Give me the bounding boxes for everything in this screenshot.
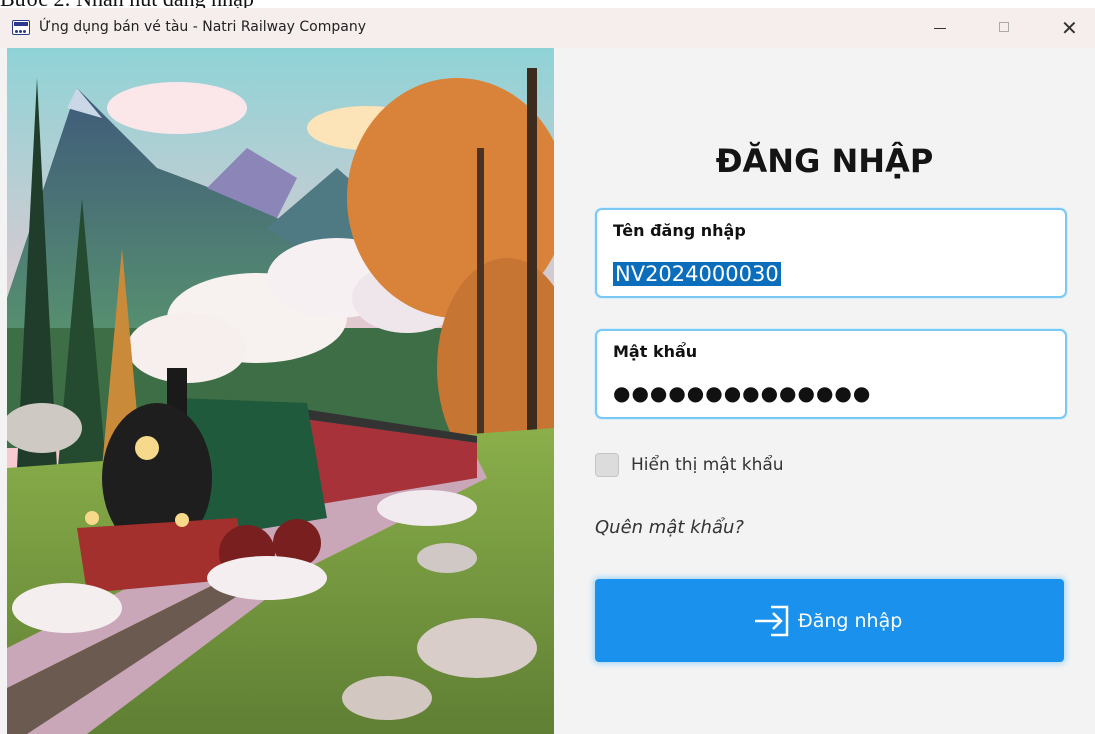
login-heading: ĐĂNG NHẬP bbox=[715, 142, 934, 180]
minimize-icon bbox=[934, 28, 946, 29]
password-input[interactable]: ●●●●●●●●●●●●●● bbox=[613, 381, 871, 405]
login-button-label: Đăng nhập bbox=[798, 610, 903, 632]
login-panel: ĐĂNG NHẬP Tên đăng nhập NV2024000030 Mật… bbox=[554, 48, 1095, 734]
app-window: Ứng dụng bán vé tàu - Natri Railway Comp… bbox=[0, 8, 1095, 734]
username-field[interactable]: Tên đăng nhập NV2024000030 bbox=[595, 208, 1067, 298]
show-password-checkbox[interactable] bbox=[595, 453, 619, 477]
username-input[interactable]: NV2024000030 bbox=[613, 258, 781, 290]
password-label: Mật khẩu bbox=[613, 342, 698, 361]
close-icon: ✕ bbox=[1061, 16, 1078, 40]
minimize-button[interactable] bbox=[917, 8, 963, 48]
maximize-icon bbox=[999, 22, 1009, 32]
train-app-icon bbox=[12, 20, 30, 35]
login-arrow-icon bbox=[755, 605, 789, 637]
login-button[interactable]: Đăng nhập bbox=[595, 579, 1064, 662]
forgot-password-link[interactable]: Quên mật khẩu? bbox=[595, 515, 744, 541]
username-value: NV2024000030 bbox=[613, 262, 781, 286]
window-title: Ứng dụng bán vé tàu - Natri Railway Comp… bbox=[39, 19, 367, 35]
close-button[interactable]: ✕ bbox=[1049, 8, 1095, 48]
page-caption: Bước 2: Nhấn nút đăng nhập bbox=[0, 0, 254, 11]
title-bar: Ứng dụng bán vé tàu - Natri Railway Comp… bbox=[0, 8, 1095, 48]
train-illustration bbox=[7, 48, 554, 734]
username-label: Tên đăng nhập bbox=[613, 221, 746, 240]
password-field[interactable]: Mật khẩu ●●●●●●●●●●●●●● bbox=[595, 329, 1067, 419]
show-password-label[interactable]: Hiển thị mật khẩu bbox=[631, 453, 784, 477]
maximize-button[interactable] bbox=[981, 8, 1027, 48]
